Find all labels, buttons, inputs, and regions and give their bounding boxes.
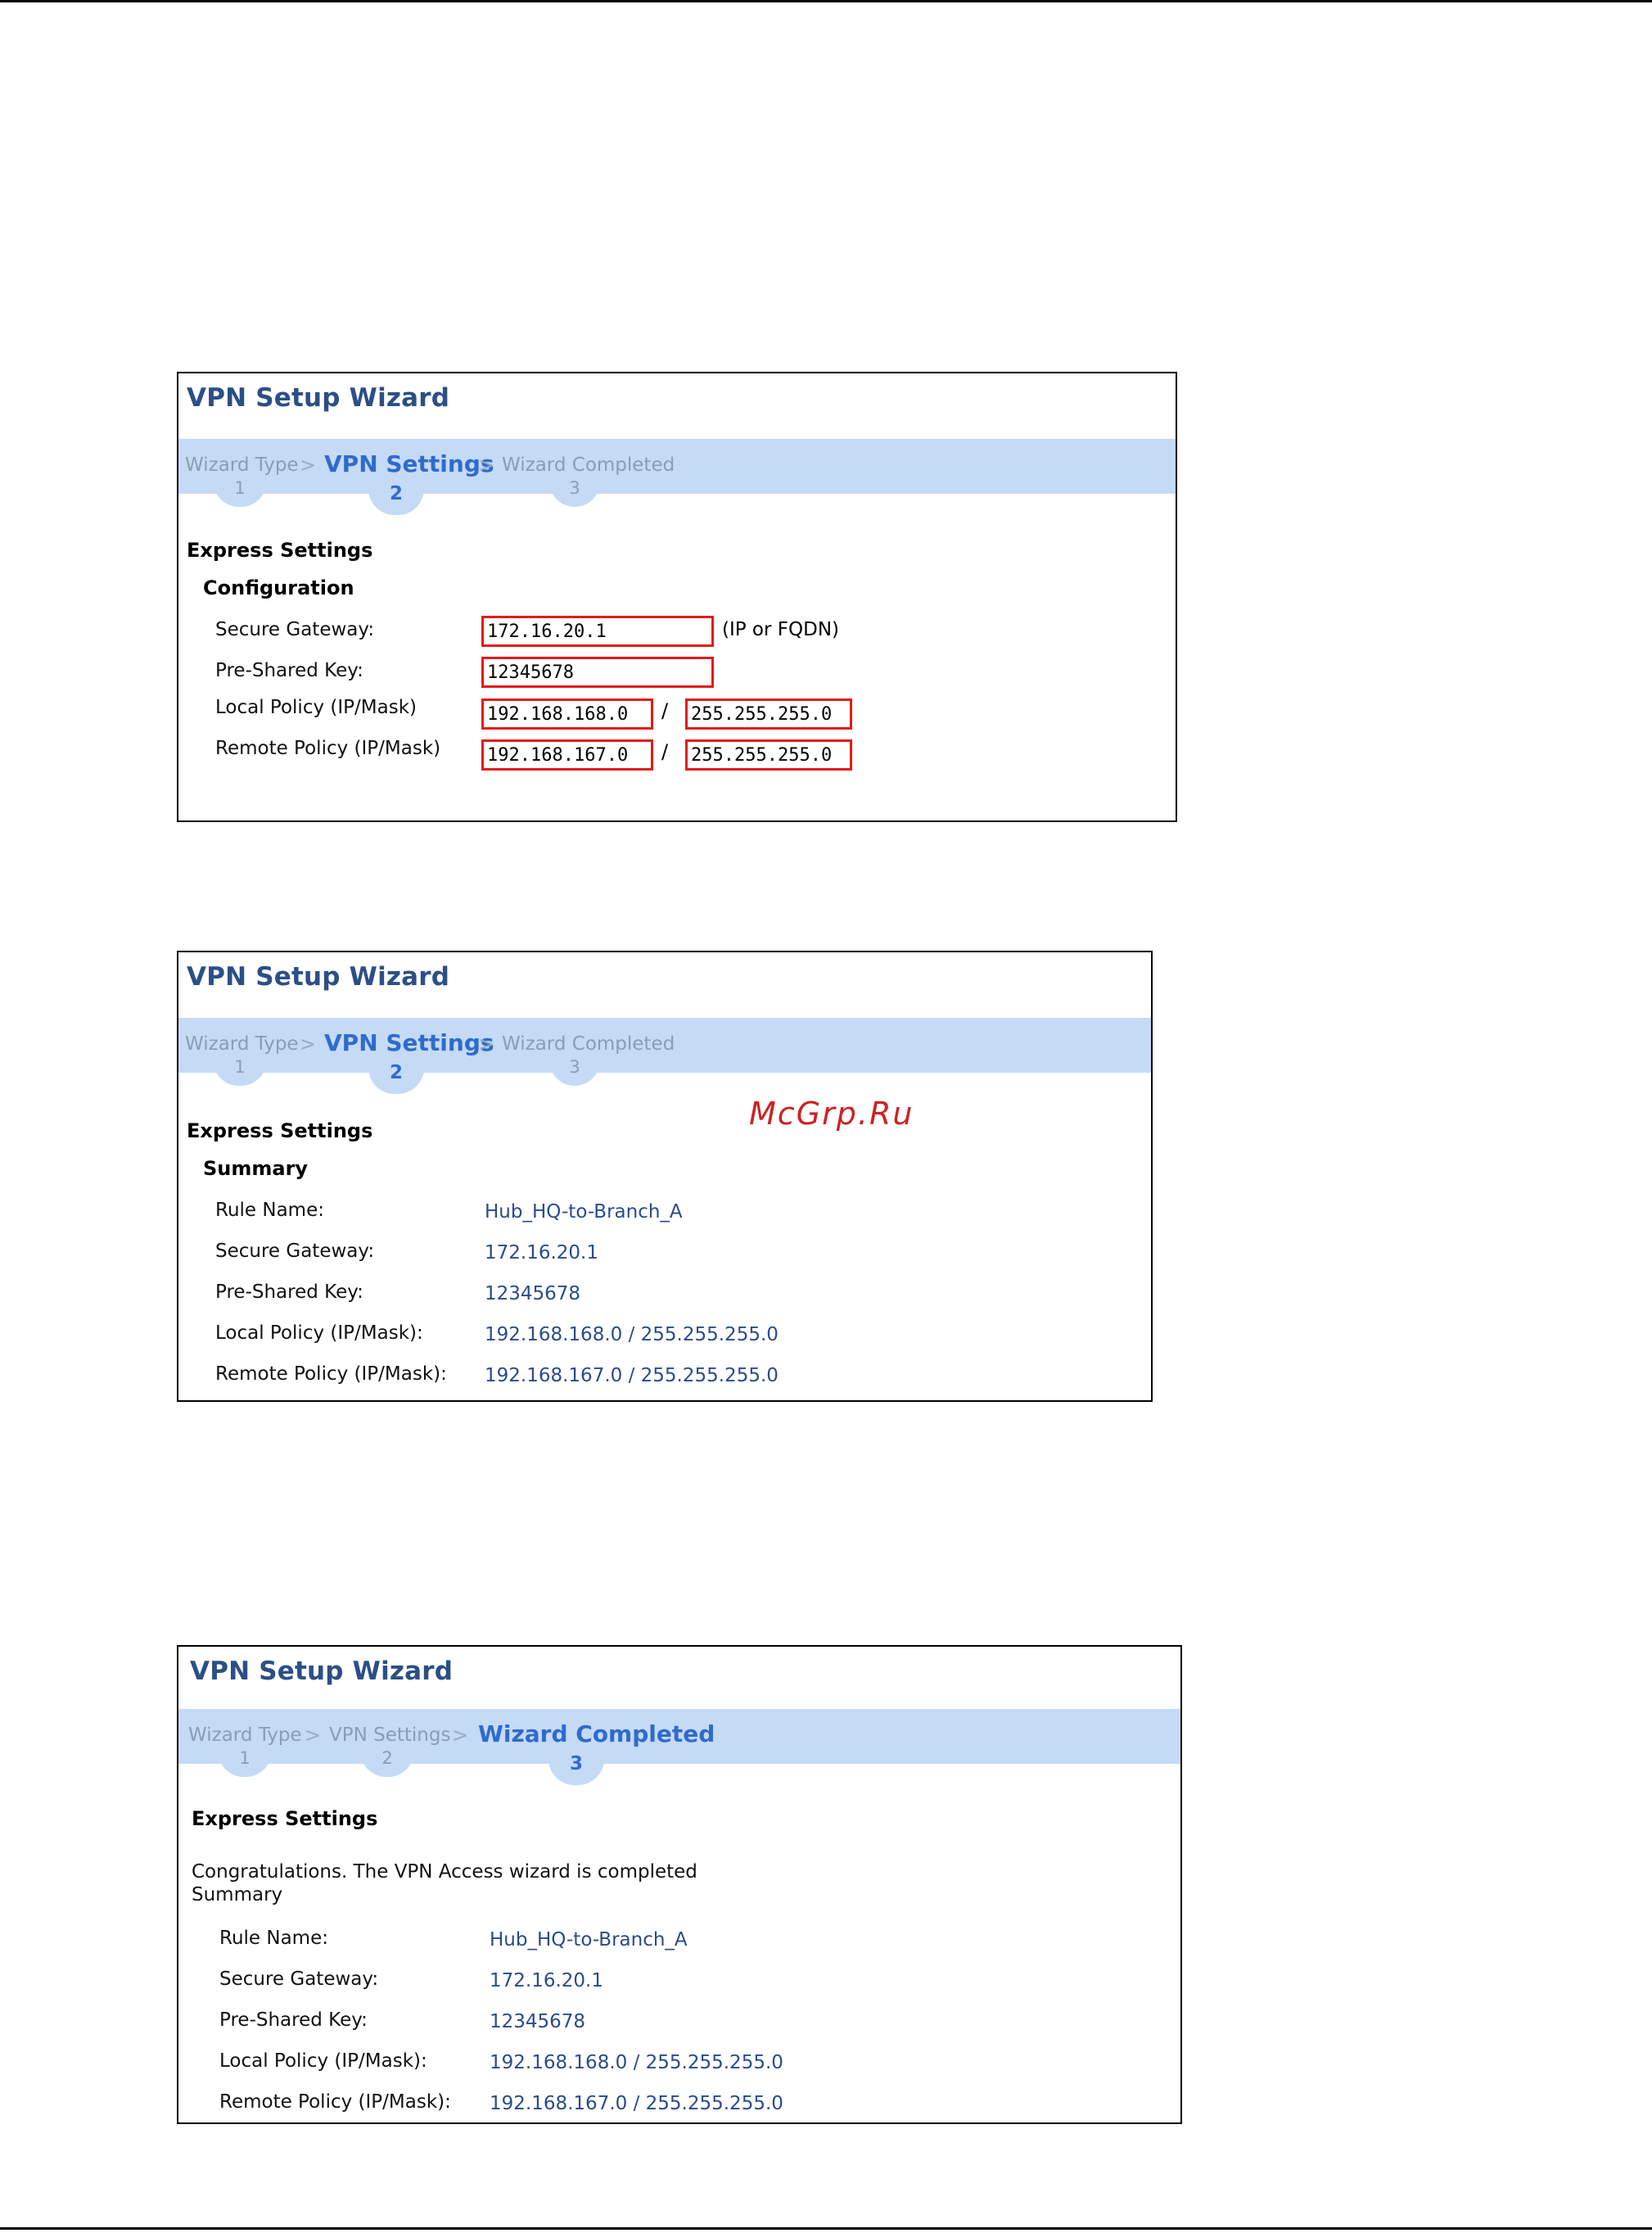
wizard-steps-bar: 1 2 3 Wizard Type > VPN Settings > Wizar… [178,1018,1151,1094]
rule-name-value: Hub_HQ-to-Branch_A [485,1201,683,1223]
step-wizard-completed[interactable]: Wizard Completed [502,454,675,476]
secure-gateway-input[interactable]: 172.16.20.1 [481,616,714,647]
secure-gateway-value: 172.16.20.1 [485,1242,598,1263]
chevron-right-icon: > [300,1033,317,1055]
local-policy-label: Local Policy (IP/Mask): [219,2050,427,2072]
pre-shared-key-value: 12345678 [485,1283,581,1304]
wizard-steps-bar: 1 2 3 Wizard Type > VPN Settings > Wizar… [178,1709,1180,1785]
step-1-tab: 1 [218,1746,272,1777]
pre-shared-key-label: Pre-Shared Key: [215,1281,363,1303]
local-policy-ip-input[interactable]: 192.168.168.0 [481,698,653,730]
remote-policy-mask-input[interactable]: 255.255.255.0 [685,739,852,771]
wizard-title: VPN Setup Wizard [187,962,450,992]
subsection-title: Summary [203,1157,309,1180]
step-3-tab: 3 [549,476,600,507]
step-wizard-type[interactable]: Wizard Type [185,1033,299,1055]
page-top-rule [0,0,1652,2]
pre-shared-key-value: 12345678 [490,2011,586,2032]
section-title: Express Settings [192,1807,378,1830]
pre-shared-key-label: Pre-Shared Key: [219,2009,368,2031]
secure-gateway-label: Secure Gateway: [215,1241,375,1262]
wizard-panel-completed: VPN Setup Wizard 1 2 3 Wizard Type > VPN… [177,1645,1182,2124]
rule-name-label: Rule Name: [219,1928,328,1949]
secure-gateway-label: Secure Gateway: [215,619,375,640]
wizard-title: VPN Setup Wizard [187,383,450,413]
local-policy-label: Local Policy (IP/Mask) [215,697,417,718]
wizard-title: VPN Setup Wizard [190,1657,454,1686]
remote-policy-label: Remote Policy (IP/Mask): [215,1363,447,1385]
step-wizard-completed[interactable]: Wizard Completed [502,1033,675,1055]
chevron-right-icon: > [478,454,495,477]
mask-separator: / [661,699,669,722]
step-wizard-type[interactable]: Wizard Type [185,454,299,476]
remote-policy-label: Remote Policy (IP/Mask): [219,2091,451,2113]
step-vpn-settings[interactable]: VPN Settings [324,1029,494,1056]
chevron-right-icon: > [305,1724,322,1747]
completion-message: Congratulations. The VPN Access wizard i… [192,1861,697,1883]
local-policy-label: Local Policy (IP/Mask): [215,1322,423,1344]
remote-policy-value: 192.168.167.0 / 255.255.255.0 [490,2093,783,2114]
mask-separator: / [661,740,669,763]
rule-name-label: Rule Name: [215,1200,324,1221]
step-2-tab: 2 [360,1746,414,1777]
local-policy-value: 192.168.168.0 / 255.255.255.0 [485,1324,779,1345]
secure-gateway-value: 172.16.20.1 [490,1970,603,1991]
local-policy-value: 192.168.168.0 / 255.255.255.0 [490,2052,783,2073]
pre-shared-key-label: Pre-Shared Key: [215,660,363,681]
wizard-panel-configuration: VPN Setup Wizard 1 2 3 Wizard Type > VPN… [177,372,1177,822]
chevron-right-icon: > [478,1033,495,1055]
local-policy-mask-input[interactable]: 255.255.255.0 [685,698,852,730]
step-2-tab: 2 [368,476,424,515]
step-3-tab: 3 [548,1746,604,1785]
step-wizard-completed[interactable]: Wizard Completed [478,1720,715,1747]
remote-policy-label: Remote Policy (IP/Mask) [215,738,441,759]
step-1-tab: 1 [213,476,267,507]
section-title: Express Settings [187,539,373,562]
remote-policy-ip-input[interactable]: 192.168.167.0 [481,739,653,771]
chevron-right-icon: > [452,1724,469,1747]
step-vpn-settings[interactable]: VPN Settings [324,450,494,477]
gateway-hint: (IP or FQDN) [722,619,839,640]
rule-name-value: Hub_HQ-to-Branch_A [490,1929,688,1950]
secure-gateway-label: Secure Gateway: [219,1969,379,1990]
step-3-tab: 3 [549,1055,600,1086]
step-2-tab: 2 [368,1055,424,1094]
page-bottom-rule [0,2227,1652,2230]
pre-shared-key-input[interactable]: 12345678 [481,657,714,688]
step-1-tab: 1 [213,1055,267,1086]
step-wizard-type[interactable]: Wizard Type [188,1724,302,1746]
chevron-right-icon: > [300,454,317,477]
wizard-steps-bar: 1 2 3 Wizard Type > VPN Settings > Wizar… [178,439,1176,515]
remote-policy-value: 192.168.167.0 / 255.255.255.0 [485,1365,779,1386]
subsection-title: Configuration [203,576,354,599]
section-title: Express Settings [187,1119,373,1142]
summary-label: Summary [192,1884,283,1905]
step-vpn-settings[interactable]: VPN Settings [329,1724,450,1746]
watermark-text: McGrp.Ru [749,1096,914,1132]
wizard-panel-summary: VPN Setup Wizard 1 2 3 Wizard Type > VPN… [177,951,1153,1402]
